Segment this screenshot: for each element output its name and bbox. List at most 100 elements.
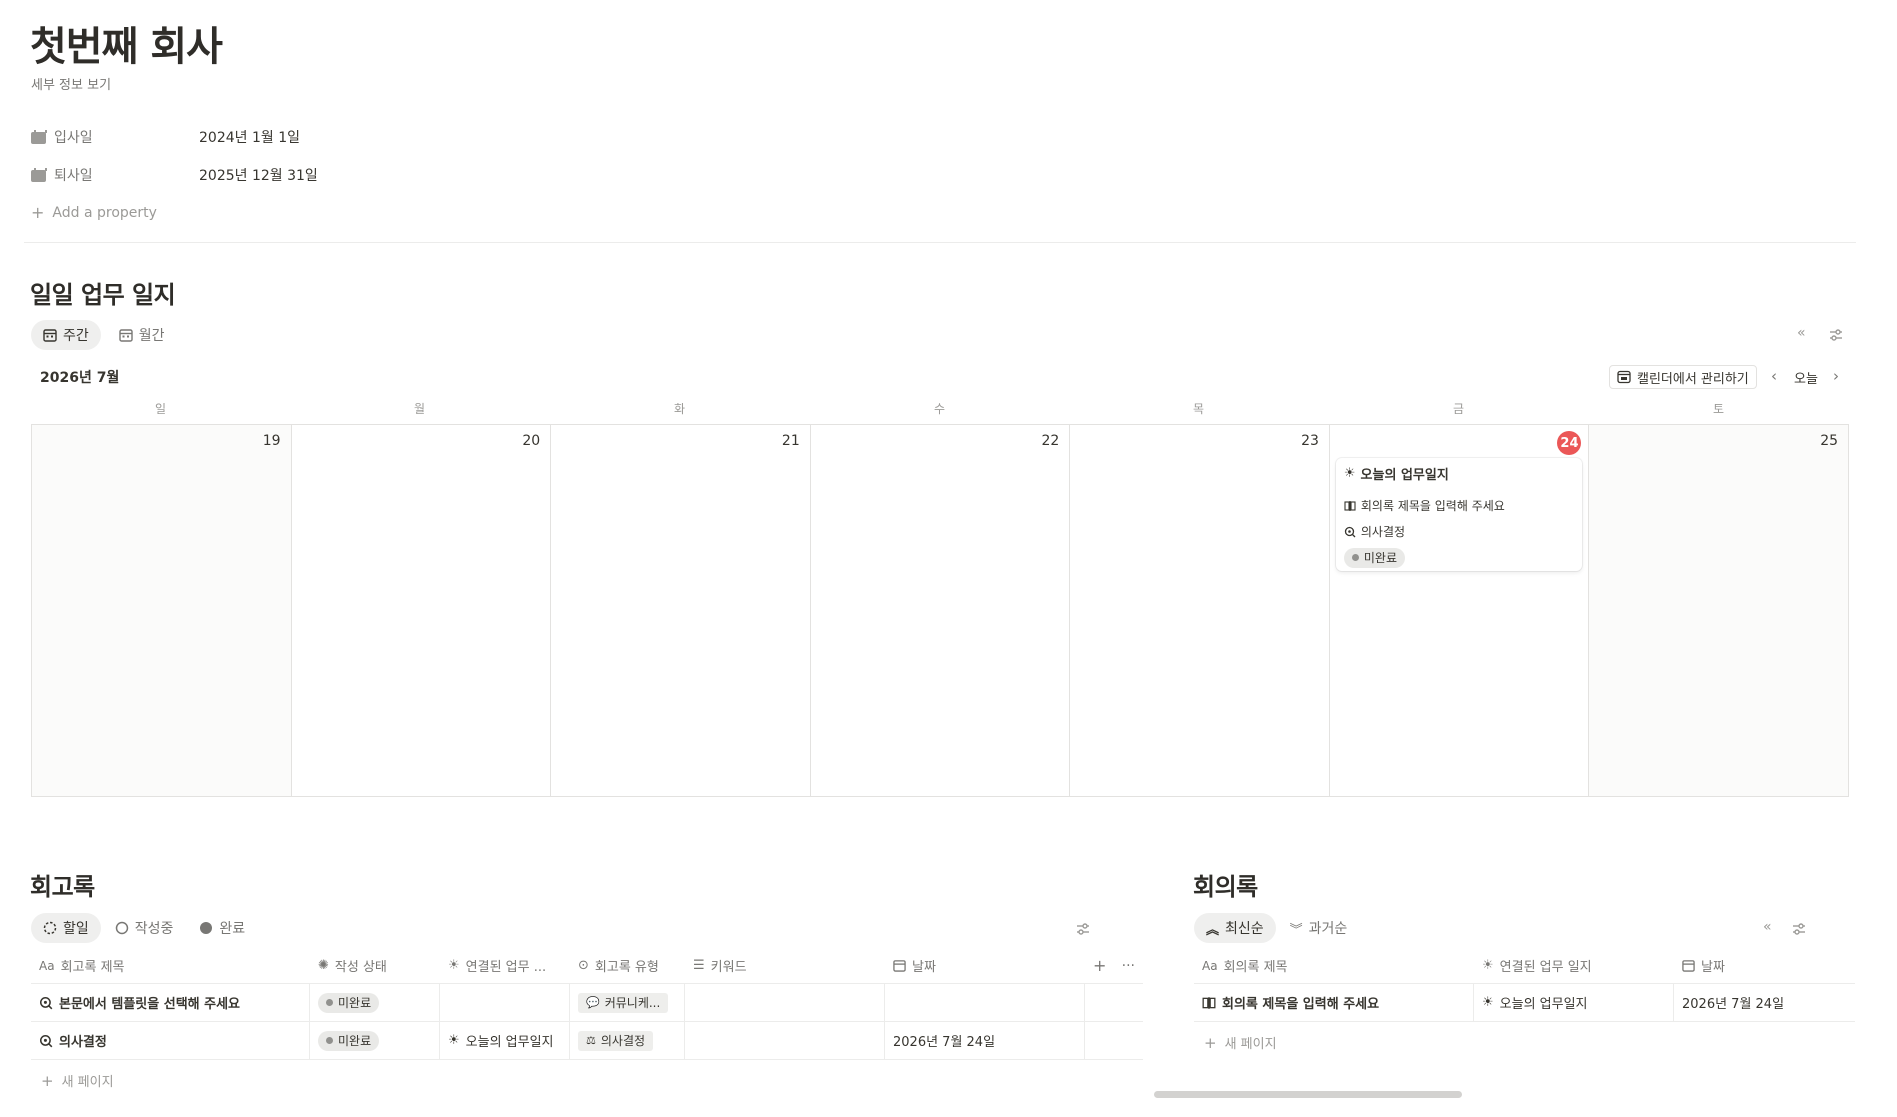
tab-todo[interactable]: 할일 (31, 913, 101, 943)
double-chevron-up-icon: ︽ (1206, 922, 1220, 938)
event-meeting-link[interactable]: 회의록 제목을 입력해 주세요 (1361, 497, 1505, 514)
today-button[interactable]: 오늘 (1794, 368, 1818, 387)
column-header[interactable]: 날짜 (1674, 948, 1855, 983)
add-column-icon[interactable]: + (1093, 956, 1106, 975)
column-header-label: 키워드 (710, 960, 747, 975)
keyword-cell[interactable] (685, 1022, 885, 1059)
row-title[interactable]: 본문에서 템플릿을 선택해 주세요 (31, 984, 310, 1021)
tab-in-progress[interactable]: 작성중 (103, 913, 186, 943)
view-details-link[interactable]: 세부 정보 보기 (31, 74, 111, 93)
type-cell[interactable]: ⚖ 의사결정 (570, 1022, 685, 1059)
calendar-day-cell[interactable]: 22 (811, 425, 1071, 796)
select-type-icon: ⊙ (578, 958, 589, 973)
new-page-button[interactable]: + 새 페이지 (41, 1071, 114, 1091)
calendar-day-cell[interactable]: 20 (292, 425, 552, 796)
filter-settings-icon[interactable] (1828, 327, 1844, 347)
tab-monthly[interactable]: 월간 (107, 320, 177, 350)
linked-page-link[interactable]: 오늘의 업무일지 (1500, 993, 1588, 1012)
tab-weekly[interactable]: 주간 (31, 320, 101, 350)
add-property-label: Add a property (52, 204, 157, 221)
table-row[interactable]: 의사결정 미완료 ☀ 오늘의 업무일지 ⚖ 의사결정 2026년 7월 24일 (31, 1022, 1143, 1060)
collapse-double-chevron-icon[interactable]: « (1763, 919, 1772, 935)
column-header[interactable]: Aa 회의록 제목 (1194, 948, 1474, 983)
new-page-button[interactable]: + 새 페이지 (1204, 1033, 1277, 1053)
day-number: 20 (522, 433, 541, 449)
linked-cell[interactable]: ☀ 오늘의 업무일지 (440, 1022, 570, 1059)
row-title[interactable]: 의사결정 (31, 1022, 310, 1059)
sun-icon: ☀ (448, 958, 460, 973)
chevron-right-icon[interactable]: › (1833, 367, 1839, 385)
meeting-icon (1344, 500, 1356, 511)
collapse-double-chevron-icon[interactable]: « (1797, 325, 1806, 341)
tab-newest[interactable]: ︽ 최신순 (1194, 913, 1276, 943)
new-page-label: 새 페이지 (61, 1075, 114, 1090)
manage-in-calendar-button[interactable]: 캘린더에서 관리하기 (1609, 365, 1757, 389)
status-badge: 미완료 (1343, 547, 1406, 568)
column-header[interactable]: ☀ 연결된 업무 일지 (1474, 948, 1674, 983)
event-retro-link[interactable]: 의사결정 (1361, 523, 1405, 540)
filter-settings-icon[interactable] (1791, 921, 1807, 941)
tab-oldest[interactable]: ︾ 과거순 (1278, 913, 1360, 943)
date-cell[interactable]: 2026년 7월 24일 (885, 1022, 1085, 1059)
table-row[interactable]: 본문에서 템플릿을 선택해 주세요 미완료 💬 커뮤니케... (31, 984, 1143, 1022)
tab-label: 과거순 (1308, 921, 1348, 937)
keyword-cell[interactable] (685, 984, 885, 1021)
date-cell[interactable]: 2026년 7월 24일 (1674, 984, 1855, 1021)
plus-icon: + (1204, 1033, 1217, 1052)
calendar-day-cell[interactable]: 25 (1589, 425, 1849, 796)
date-cell[interactable] (885, 984, 1085, 1021)
list-icon: ☰ (693, 958, 705, 973)
table-header: Aa 회의록 제목 ☀ 연결된 업무 일지 날짜 (1194, 948, 1855, 984)
column-header-label: 날짜 (912, 960, 936, 975)
calendar-day-cell[interactable]: 23 (1070, 425, 1330, 796)
row-title[interactable]: 회의록 제목을 입력해 주세요 (1194, 984, 1474, 1021)
linked-page-link[interactable]: 오늘의 업무일지 (466, 1031, 554, 1050)
empty-circle-icon (115, 921, 129, 935)
type-badge: ⚖ 의사결정 (578, 1030, 654, 1051)
more-options-icon[interactable]: ··· (1122, 958, 1135, 974)
column-header[interactable]: ✺ 작성 상태 (310, 948, 440, 983)
minutes-heading: 회의록 (1193, 873, 1258, 901)
linked-cell[interactable]: ☀ 오늘의 업무일지 (1474, 984, 1674, 1021)
column-header[interactable]: ☰ 키워드 (685, 948, 885, 983)
event-card[interactable]: ☀ 오늘의 업무일지 회의록 제목을 입력해 주세요 의사결정 미완료 (1335, 458, 1582, 571)
tab-label: 주간 (63, 328, 89, 344)
property-row-start-date[interactable]: 입사일 2024년 1월 1일 (31, 122, 300, 152)
tab-label: 완료 (219, 921, 246, 937)
column-header-label: 회의록 제목 (1223, 960, 1288, 975)
column-header-label: 회고록 유형 (594, 960, 659, 975)
meeting-icon (1202, 996, 1216, 1009)
filled-circle-icon (200, 922, 213, 934)
column-header[interactable]: ⊙ 회고록 유형 (570, 948, 685, 983)
column-header[interactable]: 날짜 (885, 948, 1085, 983)
column-header[interactable]: ☀ 연결된 업무 ... (440, 948, 570, 983)
retro-search-icon (39, 996, 53, 1009)
column-header-label: 회고록 제목 (60, 960, 125, 975)
status-cell[interactable]: 미완료 (310, 1022, 440, 1059)
table-row[interactable]: 회의록 제목을 입력해 주세요 ☀ 오늘의 업무일지 2026년 7월 24일 (1194, 984, 1855, 1022)
view-tabs: 주간 월간 (31, 320, 177, 350)
tab-label: 월간 (138, 328, 165, 344)
plus-icon: + (41, 1071, 54, 1090)
linked-cell[interactable] (440, 984, 570, 1021)
calendar-day-cell[interactable]: 19 (32, 425, 292, 796)
empty-cell (1085, 984, 1143, 1021)
property-value[interactable]: 2025년 12월 31일 (199, 165, 318, 185)
type-cell[interactable]: 💬 커뮤니케... (570, 984, 685, 1021)
column-header[interactable]: Aa 회고록 제목 (31, 948, 310, 983)
property-value[interactable]: 2024년 1월 1일 (199, 127, 300, 147)
plus-icon: + (31, 203, 45, 222)
filter-settings-icon[interactable] (1075, 921, 1091, 941)
add-property-button[interactable]: + Add a property (31, 203, 157, 222)
tab-done[interactable]: 완료 (187, 913, 257, 943)
horizontal-scrollbar[interactable] (1154, 1091, 1462, 1098)
calendar-day-cell-today[interactable]: 24 ☀ 오늘의 업무일지 회의록 제목을 입력해 주세요 의사결정 미완료 (1330, 425, 1590, 796)
chevron-left-icon[interactable]: ‹ (1771, 367, 1777, 385)
property-row-end-date[interactable]: 퇴사일 2025년 12월 31일 (31, 160, 318, 190)
text-type-icon: Aa (1202, 958, 1218, 973)
week-calendar: 19 20 21 22 23 24 ☀ 오늘의 업무일지 회의록 제목을 입력해… (31, 424, 1849, 797)
calendar-day-cell[interactable]: 21 (551, 425, 811, 796)
status-cell[interactable]: 미완료 (310, 984, 440, 1021)
dashed-circle-icon (43, 921, 57, 935)
row-title-label: 본문에서 템플릿을 선택해 주세요 (59, 997, 241, 1012)
